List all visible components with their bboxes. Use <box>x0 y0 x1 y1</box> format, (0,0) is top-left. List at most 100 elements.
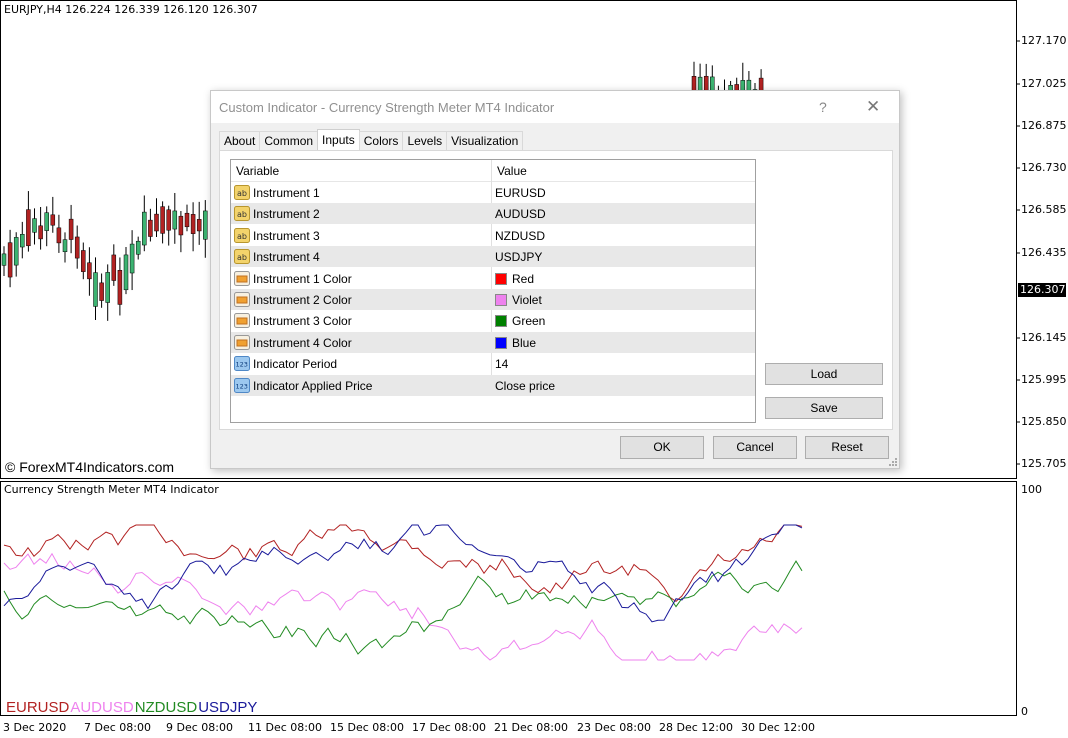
legend-item-eurusd: EURUSD <box>6 699 70 716</box>
price-tick-label: 127.170 <box>1021 34 1067 47</box>
candle-body <box>44 212 49 231</box>
tab-common[interactable]: Common <box>259 131 319 150</box>
number-param-icon: 123 <box>234 356 250 372</box>
candle-body <box>56 227 62 244</box>
input-row[interactable]: 123 Indicator Period 14 <box>231 353 755 374</box>
input-row[interactable]: ab Instrument 4 USDJPY <box>231 246 755 268</box>
param-value[interactable]: NZDUSD <box>495 229 545 243</box>
legend-item-audusd: AUDUSD <box>70 699 134 716</box>
param-name: Instrument 4 Color <box>253 335 352 350</box>
candle-body <box>62 239 68 253</box>
cancel-button[interactable]: Cancel <box>713 436 797 459</box>
candle-body <box>160 206 165 234</box>
ok-button[interactable]: OK <box>620 436 704 459</box>
input-row[interactable]: ab Instrument 3 NZDUSD <box>231 225 755 246</box>
price-tick-label: 126.730 <box>1021 161 1067 174</box>
legend-item-usdjpy: USDJPY <box>198 699 258 716</box>
string-param-icon: ab <box>234 185 250 200</box>
load-button[interactable]: Load <box>765 363 883 385</box>
candle-body <box>172 210 178 230</box>
candle-body <box>74 236 80 259</box>
color-param-icon <box>234 313 250 329</box>
close-icon[interactable]: ✕ <box>866 97 880 117</box>
time-tick-label: 9 Dec 08:00 <box>166 721 233 734</box>
candle-body <box>13 237 19 266</box>
input-row[interactable]: Instrument 4 Color Blue <box>231 331 755 353</box>
candle-body <box>154 213 159 232</box>
candle-body <box>117 270 123 305</box>
time-tick-label: 7 Dec 08:00 <box>84 721 151 734</box>
tab-inputs[interactable]: Inputs <box>317 129 360 150</box>
price-tick-label: 126.585 <box>1021 203 1067 216</box>
inputs-grid: Variable Value ab Instrument 1 EURUSD ab Ins… <box>230 159 756 423</box>
inputs-tab-panel: Variable Value ab Instrument 1 EURUSD ab Ins… <box>219 150 893 430</box>
help-button[interactable]: ? <box>819 99 827 115</box>
strength-line <box>3 560 803 655</box>
candle-body <box>87 262 92 280</box>
candle-body <box>26 209 31 247</box>
param-name: Instrument 2 <box>253 207 320 222</box>
color-swatch <box>495 272 507 285</box>
candle-body <box>38 225 43 240</box>
time-tick-label: 21 Dec 08:00 <box>494 721 568 734</box>
indicator-chart-frame <box>0 481 1017 716</box>
candle-body <box>142 211 147 246</box>
tab-levels[interactable]: Levels <box>402 131 448 150</box>
reset-button[interactable]: Reset <box>805 436 889 459</box>
custom-indicator-dialog: Custom Indicator - Currency Strength Met… <box>210 90 900 469</box>
dialog-titlebar[interactable]: Custom Indicator - Currency Strength Met… <box>211 91 899 123</box>
param-name: Instrument 1 Color <box>253 271 352 286</box>
candle-body <box>68 218 74 240</box>
tab-visualization[interactable]: Visualization <box>446 131 524 150</box>
candle-body <box>178 215 184 236</box>
string-param-icon: ab <box>234 249 250 265</box>
param-value[interactable]: AUDUSD <box>495 207 546 221</box>
candle-body <box>1 253 7 266</box>
tab-about[interactable]: About <box>219 131 261 150</box>
param-value[interactable]: USDJPY <box>495 250 542 264</box>
color-swatch <box>495 315 507 328</box>
time-tick-label: 15 Dec 08:00 <box>330 721 404 734</box>
param-value[interactable]: Green <box>495 314 545 328</box>
price-tick-label: 126.875 <box>1021 119 1067 132</box>
input-row[interactable]: ab Instrument 2 AUDUSD <box>231 203 755 225</box>
param-value[interactable]: Close price <box>495 379 555 393</box>
legend-item-nzdusd: NZDUSD <box>134 699 198 716</box>
candle-body <box>81 250 86 272</box>
color-param-icon <box>234 270 250 286</box>
svg-text:123: 123 <box>236 361 248 369</box>
tab-colors[interactable]: Colors <box>358 131 404 150</box>
param-value[interactable]: Violet <box>495 293 542 307</box>
price-tick-label: 127.025 <box>1021 77 1067 90</box>
time-tick-label: 11 Dec 08:00 <box>248 721 322 734</box>
param-value[interactable]: Blue <box>495 336 536 350</box>
candle-body <box>190 214 196 234</box>
param-value-text: Red <box>512 271 535 286</box>
candle-body <box>135 240 141 255</box>
param-value-text: Green <box>512 314 546 329</box>
price-tick-label: 126.145 <box>1021 331 1067 344</box>
param-value[interactable]: 14 <box>495 357 508 371</box>
input-row[interactable]: Instrument 2 Color Violet <box>231 289 755 310</box>
input-row[interactable]: Instrument 1 Color Red <box>231 268 755 289</box>
watermark-text: © ForexMT4Indicators.com <box>5 459 175 475</box>
param-value[interactable]: EURUSD <box>495 186 546 200</box>
indicator-legend: EURUSDAUDUSDNZDUSDUSDJPY <box>6 699 258 716</box>
time-tick-label: 23 Dec 08:00 <box>577 721 651 734</box>
param-value-text: Blue <box>512 335 537 350</box>
candle-body <box>184 212 190 228</box>
color-param-icon <box>234 292 250 307</box>
number-param-icon: 123 <box>234 377 250 393</box>
indicator-lines-group <box>3 524 803 661</box>
input-row[interactable]: 123 Indicator Applied Price Close price <box>231 374 755 396</box>
candle-body <box>196 219 202 232</box>
save-button[interactable]: Save <box>765 397 883 419</box>
resize-grip-icon[interactable] <box>889 458 897 466</box>
grid-header: Variable Value <box>231 160 755 182</box>
price-tick-label: 125.705 <box>1021 457 1067 470</box>
param-value[interactable]: Red <box>495 272 534 286</box>
input-row[interactable]: Instrument 3 Color Green <box>231 310 755 331</box>
candle-body <box>203 210 208 240</box>
input-row[interactable]: ab Instrument 1 EURUSD <box>231 182 755 203</box>
param-value-text: Violet <box>512 293 542 307</box>
